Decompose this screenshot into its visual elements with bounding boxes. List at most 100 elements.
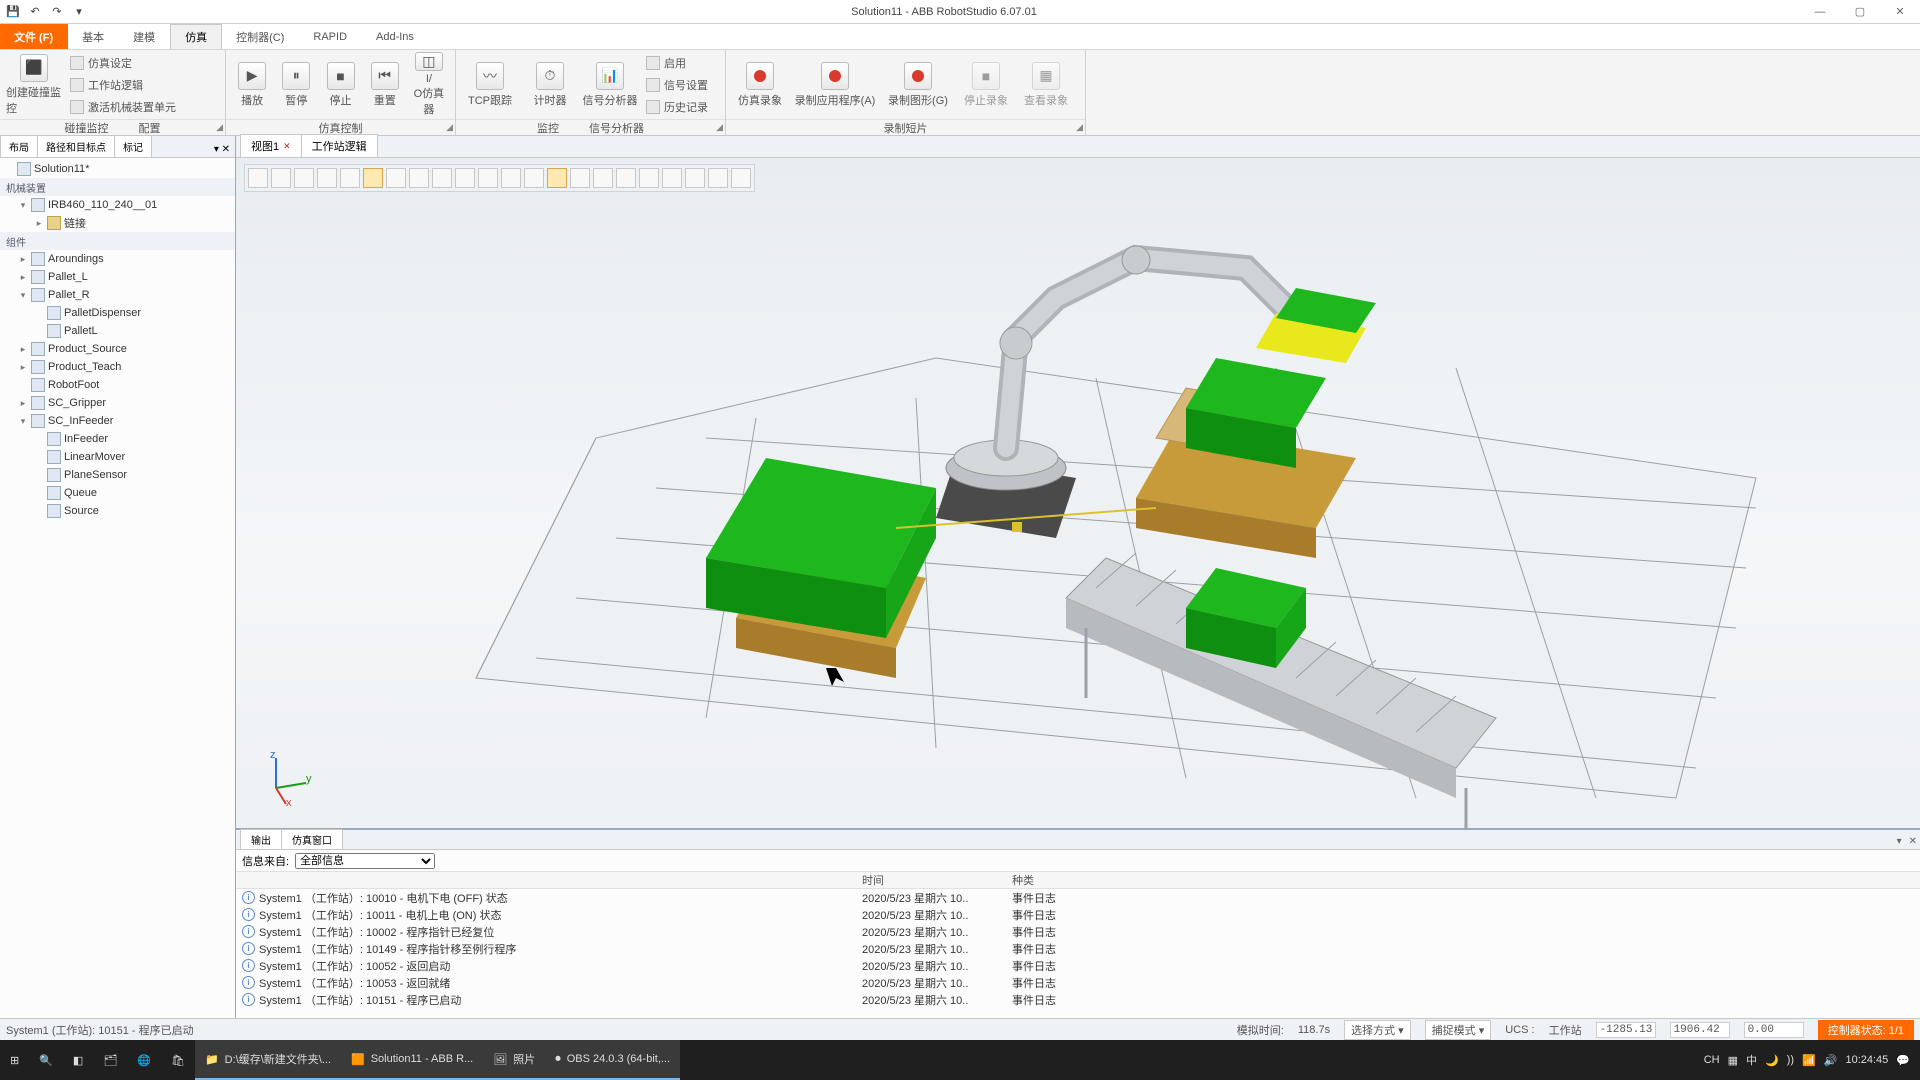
tree-item[interactable]: SC_InFeeder <box>48 415 113 427</box>
tree-links[interactable]: 链接 <box>64 215 86 231</box>
gfx-record-button[interactable]: 录制图形(G) <box>882 54 954 116</box>
tree-item[interactable]: PalletL <box>64 325 98 337</box>
log-list[interactable]: 时间 种类 iSystem1 （工作站）: 10010 - 电机下电 (OFF)… <box>236 872 1920 1018</box>
sim-record-button[interactable]: 仿真录象 <box>732 54 788 116</box>
close-tab-icon[interactable]: ✕ <box>283 141 291 152</box>
tree-item[interactable]: RobotFoot <box>48 379 99 391</box>
tray-notifications-icon[interactable]: 💬 <box>1896 1054 1910 1067</box>
qat-redo-icon[interactable]: ↷ <box>48 3 66 21</box>
tab-file[interactable]: 文件 (F) <box>0 24 68 49</box>
tray-icon[interactable]: 中 <box>1746 1052 1757 1068</box>
vp-tool[interactable] <box>455 168 475 188</box>
tree-item[interactable]: Queue <box>64 487 97 499</box>
activate-mech-button[interactable]: 激活机械装置单元 <box>66 97 180 117</box>
panel-close-icon[interactable]: ✕ <box>1905 834 1920 849</box>
tray-volume-icon[interactable]: 🔊 <box>1824 1054 1838 1067</box>
vp-tool[interactable] <box>409 168 429 188</box>
log-row[interactable]: iSystem1 （工作站）: 10149 - 程序指针移至例行程序2020/5… <box>236 940 1920 957</box>
qat-dropdown-icon[interactable]: ▾ <box>70 3 88 21</box>
minimize-button[interactable]: — <box>1800 0 1840 24</box>
tab-controller[interactable]: 控制器(C) <box>222 24 299 49</box>
vp-tool[interactable] <box>294 168 314 188</box>
tab-simulation[interactable]: 仿真 <box>170 24 222 49</box>
dialog-launcher-icon[interactable]: ◢ <box>1076 122 1083 133</box>
signal-settings-button[interactable]: 信号设置 <box>642 75 712 95</box>
vp-tool[interactable] <box>662 168 682 188</box>
vp-tool[interactable] <box>731 168 751 188</box>
select-mode-dropdown[interactable]: 选择方式 ▾ <box>1344 1020 1411 1040</box>
view-record-button[interactable]: ▦查看录象 <box>1018 54 1074 116</box>
vp-tool[interactable] <box>685 168 705 188</box>
search-button[interactable]: 🔍 <box>29 1040 63 1080</box>
app-record-button[interactable]: 录制应用程序(A) <box>792 54 878 116</box>
create-collision-button[interactable]: ⬛创建碰撞监控 <box>6 54 62 116</box>
tree-item[interactable]: Pallet_R <box>48 289 90 301</box>
tree-item[interactable]: Product_Source <box>48 343 127 355</box>
tree-item[interactable]: Pallet_L <box>48 271 88 283</box>
pause-button[interactable]: ⏸暂停 <box>276 54 316 116</box>
tray-icon[interactable]: )) <box>1787 1054 1794 1066</box>
tree-item[interactable]: LinearMover <box>64 451 125 463</box>
taskbar-item[interactable]: 🖼 照片 <box>483 1040 545 1080</box>
taskbar-item[interactable]: 📁 D:\缓存\新建文件夹\... <box>195 1040 341 1080</box>
3d-viewport[interactable]: z y x <box>236 158 1920 828</box>
sim-setup-button[interactable]: 仿真设定 <box>66 53 180 73</box>
tree-item[interactable]: Source <box>64 505 99 517</box>
log-row[interactable]: iSystem1 （工作站）: 10052 - 返回启动2020/5/23 星期… <box>236 957 1920 974</box>
tree-item[interactable]: Aroundings <box>48 253 104 265</box>
dialog-launcher-icon[interactable]: ◢ <box>446 122 453 133</box>
log-row[interactable]: iSystem1 （工作站）: 10151 - 程序已启动2020/5/23 星… <box>236 991 1920 1008</box>
log-row[interactable]: iSystem1 （工作站）: 10010 - 电机下电 (OFF) 状态202… <box>236 889 1920 906</box>
log-row[interactable]: iSystem1 （工作站）: 10002 - 程序指针已经复位2020/5/2… <box>236 923 1920 940</box>
tree-item[interactable]: SC_Gripper <box>48 397 106 409</box>
taskbar-item[interactable]: ⏺ OBS 24.0.3 (64-bit,... <box>545 1040 680 1080</box>
tree-item[interactable]: PalletDispenser <box>64 307 141 319</box>
snap-mode-dropdown[interactable]: 捕捉模式 ▾ <box>1425 1020 1492 1040</box>
tcp-trace-button[interactable]: 〰TCP跟踪 <box>462 54 518 116</box>
qat-save-icon[interactable]: 💾 <box>4 3 22 21</box>
qat-undo-icon[interactable]: ↶ <box>26 3 44 21</box>
play-button[interactable]: ▶播放 <box>232 54 272 116</box>
edge-button[interactable]: 🌐 <box>127 1040 161 1080</box>
dialog-launcher-icon[interactable]: ◢ <box>716 122 723 133</box>
store-button[interactable]: 🛍 <box>161 1040 195 1080</box>
reset-button[interactable]: ⏮重置 <box>365 54 405 116</box>
vp-tool[interactable] <box>570 168 590 188</box>
vp-tool[interactable] <box>432 168 452 188</box>
vp-tool[interactable] <box>616 168 636 188</box>
tree-item[interactable]: Product_Teach <box>48 361 121 373</box>
vp-tool[interactable] <box>639 168 659 188</box>
tray-clock[interactable]: 10:24:45 <box>1845 1054 1888 1066</box>
enable-button[interactable]: 启用 <box>642 53 712 73</box>
scene-3d[interactable] <box>236 158 1920 828</box>
vp-tool[interactable] <box>593 168 613 188</box>
tab-addins[interactable]: Add-Ins <box>362 24 429 49</box>
tray-icon[interactable]: ▦ <box>1728 1054 1738 1067</box>
panel-tab-tags[interactable]: 标记 <box>114 135 152 157</box>
layout-tree[interactable]: Solution11* 机械装置 ▾IRB460_110_240__01 ▸链接… <box>0 158 235 1018</box>
dialog-launcher-icon[interactable]: ◢ <box>216 122 223 133</box>
tab-modeling[interactable]: 建模 <box>119 24 170 49</box>
vp-tool-active2[interactable] <box>547 168 567 188</box>
taskbar-item[interactable]: 🟧 Solution11 - ABB R... <box>341 1040 483 1080</box>
log-row[interactable]: iSystem1 （工作站）: 10011 - 电机上电 (ON) 状态2020… <box>236 906 1920 923</box>
timer-button[interactable]: ⏱计时器 <box>522 54 578 116</box>
vp-tool[interactable] <box>524 168 544 188</box>
tree-robot[interactable]: IRB460_110_240__01 <box>48 199 157 211</box>
vp-tool-active[interactable] <box>363 168 383 188</box>
tab-rapid[interactable]: RAPID <box>299 24 362 49</box>
controller-state[interactable]: 控制器状态: 1/1 <box>1818 1020 1914 1040</box>
io-sim-button[interactable]: ◫I/ O仿真器 <box>409 54 449 116</box>
vp-tool[interactable] <box>386 168 406 188</box>
start-button[interactable]: ⊞ <box>0 1040 29 1080</box>
close-button[interactable]: ✕ <box>1880 0 1920 24</box>
history-button[interactable]: 历史记录 <box>642 97 712 117</box>
view-tab-stationlogic[interactable]: 工作站逻辑 <box>301 134 378 157</box>
tray-network-icon[interactable]: 📶 <box>1802 1054 1816 1067</box>
maximize-button[interactable]: ▢ <box>1840 0 1880 24</box>
vp-tool[interactable] <box>271 168 291 188</box>
vp-tool[interactable] <box>478 168 498 188</box>
tree-item[interactable]: InFeeder <box>64 433 108 445</box>
tree-root[interactable]: Solution11* <box>34 163 89 175</box>
tab-basic[interactable]: 基本 <box>68 24 119 49</box>
